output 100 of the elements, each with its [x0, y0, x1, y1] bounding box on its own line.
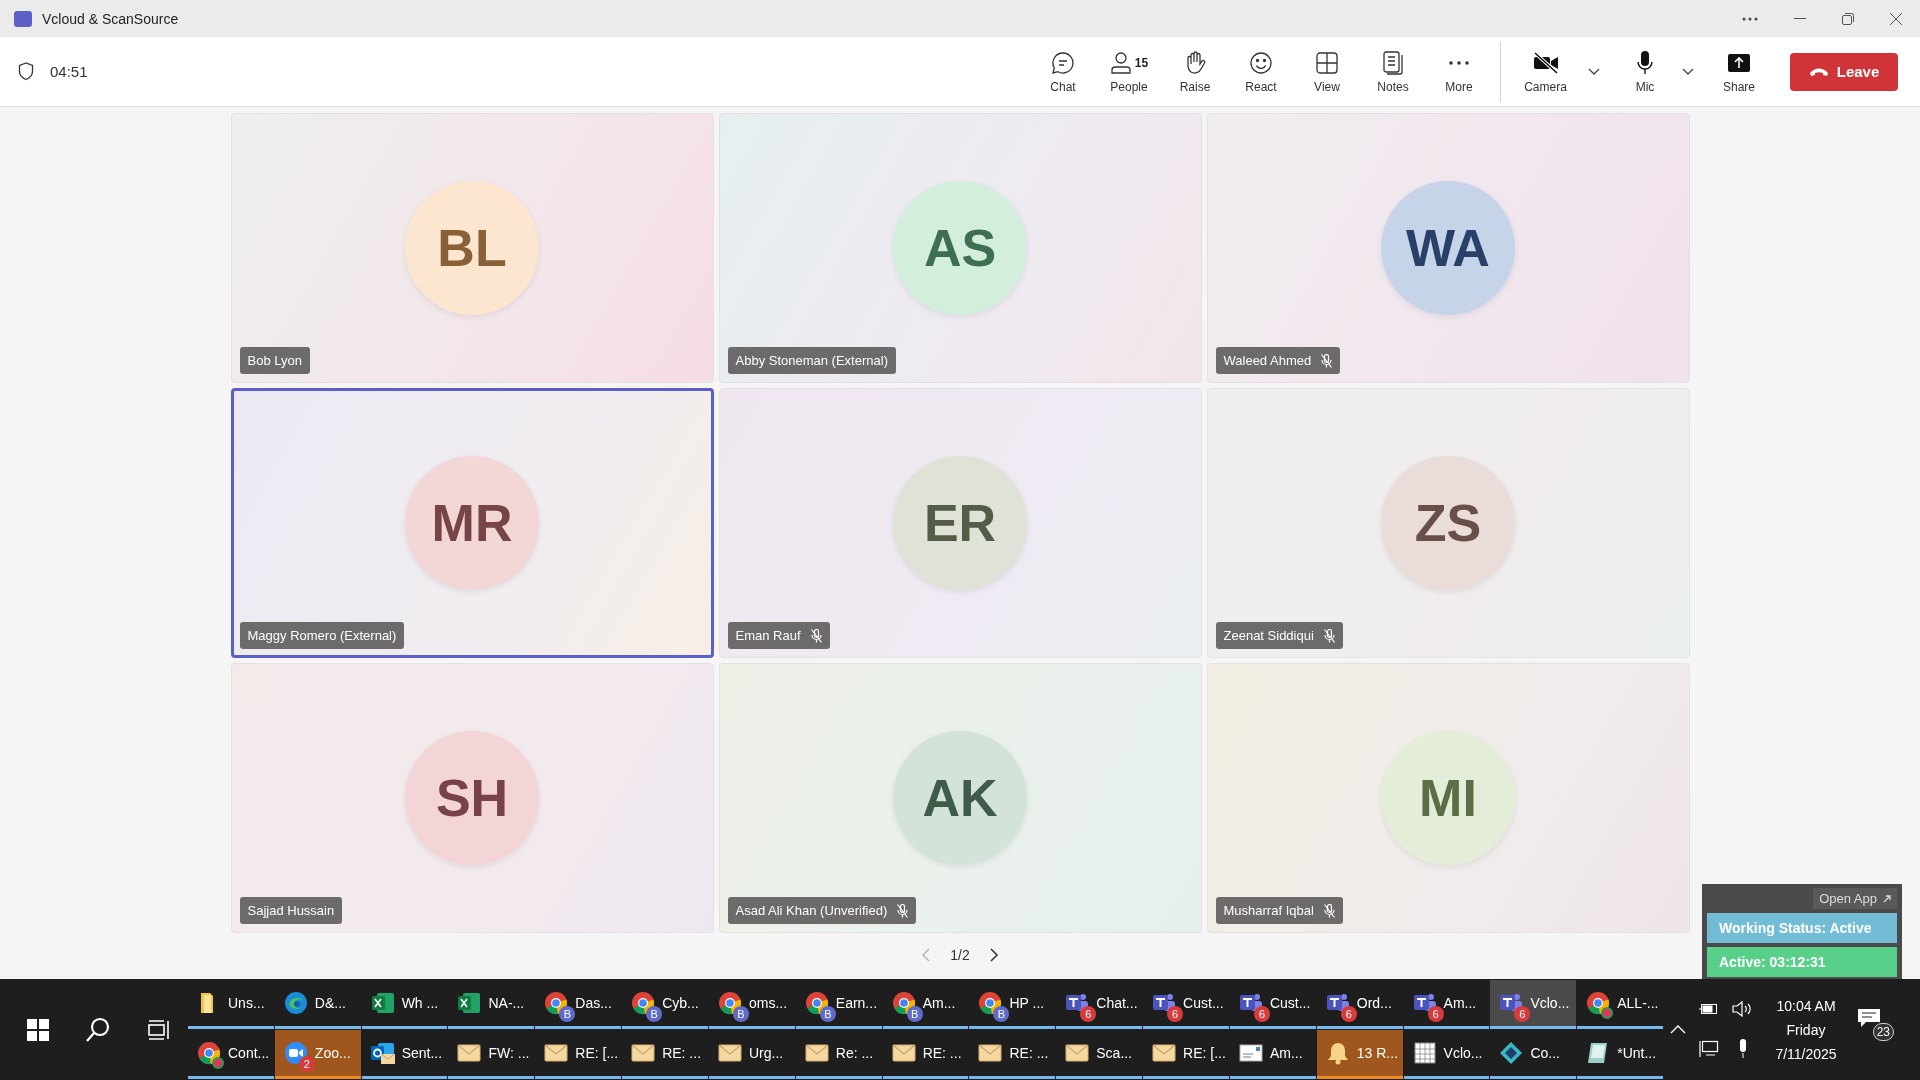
taskbar-app-button[interactable]: 6 Vclo...: [1490, 980, 1577, 1029]
taskbar-app-button[interactable]: RE: ...: [969, 1030, 1056, 1079]
dot-icon: [212, 1057, 224, 1069]
window-title: Vcloud & ScanSource: [42, 10, 179, 27]
participant-tile[interactable]: BL Bob Lyon: [230, 113, 714, 383]
participant-tile[interactable]: ZS Zeenat Siddiqui: [1206, 388, 1690, 658]
participant-name: Zeenat Siddiqui: [1223, 628, 1314, 643]
notifications-icon[interactable]: [1858, 1008, 1880, 1027]
taskbar-app-button[interactable]: B Das...: [535, 980, 622, 1029]
avatar-initials: MI: [1419, 768, 1477, 828]
envelope-icon: [1152, 1044, 1177, 1062]
app-label: D&...: [314, 995, 346, 1011]
people-button[interactable]: 15 People: [1096, 41, 1162, 102]
app-label: Chat...: [1096, 995, 1138, 1011]
taskbar-app-button[interactable]: RE: ...: [882, 1030, 969, 1079]
app-label: Co...: [1530, 1045, 1560, 1061]
participant-name: Waleed Ahmed: [1223, 353, 1312, 368]
notes-button[interactable]: Notes: [1360, 41, 1426, 102]
chat-button[interactable]: Chat: [1030, 41, 1096, 102]
avatar-initials: SH: [435, 768, 509, 828]
microphone-icon: [1636, 49, 1654, 76]
app-label: Uns...: [228, 995, 265, 1011]
page-indicator: 1/2: [950, 947, 970, 963]
avatar-initials: WA: [1406, 218, 1490, 278]
taskbar-app-button[interactable]: 6 Cust...: [1143, 980, 1229, 1029]
participant-tile[interactable]: MR Maggy Romero (External): [230, 388, 714, 658]
react-button[interactable]: React: [1228, 41, 1294, 102]
clock-time[interactable]: 10:04 AM: [1776, 997, 1836, 1014]
open-app-button[interactable]: Open App: [1813, 888, 1897, 909]
more-icon: [1448, 59, 1470, 66]
camera-button[interactable]: Camera: [1500, 41, 1584, 102]
taskbar-app-button[interactable]: RE: ...: [622, 1030, 708, 1079]
taskbar-app-button[interactable]: 2 Zoo...: [274, 1030, 361, 1079]
app-logo-icon: [14, 10, 32, 27]
taskbar-app-button[interactable]: Sca...: [1056, 1030, 1143, 1079]
notification-badge: 6: [1080, 1006, 1097, 1022]
taskbar-app-button[interactable]: Sent...: [361, 1030, 448, 1079]
envelope-icon: [544, 1044, 569, 1062]
meeting-timer: 04:51: [50, 63, 88, 80]
participant-tile[interactable]: WA Waleed Ahmed: [1206, 113, 1690, 383]
working-status-label: Working Status: Active: [1707, 913, 1897, 943]
participant-tile[interactable]: SH Sajjad Hussain: [230, 663, 714, 933]
mail-app-icon: [369, 1041, 396, 1065]
battery-icon[interactable]: [1699, 1002, 1719, 1015]
volume-icon[interactable]: [1732, 1000, 1754, 1017]
avatar-initials: MR: [431, 493, 513, 553]
taskbar-app-button[interactable]: NA-...: [448, 980, 535, 1029]
network-icon[interactable]: [1699, 1039, 1719, 1058]
notification-badge: B: [906, 1006, 923, 1022]
envelope-icon: [631, 1044, 656, 1062]
more-button[interactable]: More: [1426, 41, 1492, 102]
app-label: Cust...: [1183, 995, 1224, 1011]
share-button[interactable]: Share: [1706, 41, 1772, 102]
clock-date[interactable]: 7/11/2025: [1775, 1045, 1837, 1062]
participant-tile[interactable]: AS Abby Stoneman (External): [718, 113, 1202, 383]
taskbar-app-button[interactable]: 6 Cust...: [1229, 980, 1316, 1029]
spreadsheet-icon: [457, 991, 482, 1015]
participant-tile[interactable]: ER Eman Rauf: [718, 388, 1202, 658]
taskbar-app-button[interactable]: B HP ...: [969, 980, 1056, 1029]
next-page-icon[interactable]: [989, 948, 999, 962]
notification-badge: 6: [1427, 1006, 1444, 1022]
mic-button[interactable]: Mic: [1612, 41, 1678, 102]
smiley-icon: [1249, 50, 1273, 75]
taskbar-app-button[interactable]: *Unt...: [1577, 1030, 1664, 1079]
participant-name: Bob Lyon: [247, 353, 302, 368]
taskbar-app-button[interactable]: RE: [...: [1143, 1030, 1229, 1079]
participant-tile[interactable]: MI Musharraf Iqbal: [1206, 663, 1690, 933]
show-hidden-icons-caret[interactable]: [1670, 1025, 1686, 1034]
taskbar-app-button[interactable]: RE: [...: [535, 1030, 622, 1079]
taskbar-app-button[interactable]: 13 R...: [1316, 1030, 1403, 1079]
phone-hang-up-icon: [1808, 67, 1829, 76]
participant-tile[interactable]: AK Asad Ali Khan (Unverified): [718, 663, 1202, 933]
taskbar-app-button[interactable]: Co...: [1490, 1030, 1577, 1079]
taskbar-app-button[interactable]: B Cyb...: [622, 980, 708, 1029]
taskbar-app-button[interactable]: ALL-...: [1577, 980, 1664, 1029]
taskbar-app-button[interactable]: 6 Chat...: [1056, 980, 1143, 1029]
taskbar-app-button[interactable]: B Earn...: [795, 980, 882, 1029]
person-icon: [1109, 50, 1132, 75]
taskbar-app-button[interactable]: FW: ...: [448, 1030, 535, 1079]
taskbar-app-button[interactable]: Am...: [1229, 1030, 1316, 1079]
envelope-icon: [804, 1044, 829, 1062]
taskbar-app-button[interactable]: B Am...: [882, 980, 969, 1029]
leave-button[interactable]: Leave: [1790, 52, 1898, 91]
taskbar-app-button[interactable]: B oms...: [708, 980, 795, 1029]
taskbar-app-button[interactable]: Uns...: [188, 980, 274, 1029]
taskbar-app-button[interactable]: Re: ...: [795, 1030, 882, 1079]
app-label: HP ...: [1009, 995, 1045, 1011]
taskbar-app-button[interactable]: Urg...: [708, 1030, 795, 1079]
letter-icon: [1238, 1044, 1263, 1062]
raise-button[interactable]: Raise: [1162, 41, 1228, 102]
share-icon: [1727, 52, 1751, 73]
browser-icon: [197, 1041, 221, 1065]
app-label: Ord...: [1356, 995, 1392, 1011]
app-label: RE: ...: [1009, 1045, 1049, 1061]
taskbar-app-button[interactable]: Vclo...: [1403, 1030, 1490, 1079]
taskbar-app-button[interactable]: Cont...: [188, 1030, 274, 1079]
calendar-icon: [1413, 1042, 1436, 1064]
view-button[interactable]: View: [1294, 41, 1360, 102]
taskbar-app-button[interactable]: Wh ...: [361, 980, 448, 1029]
clock-day[interactable]: Friday: [1786, 1021, 1826, 1038]
